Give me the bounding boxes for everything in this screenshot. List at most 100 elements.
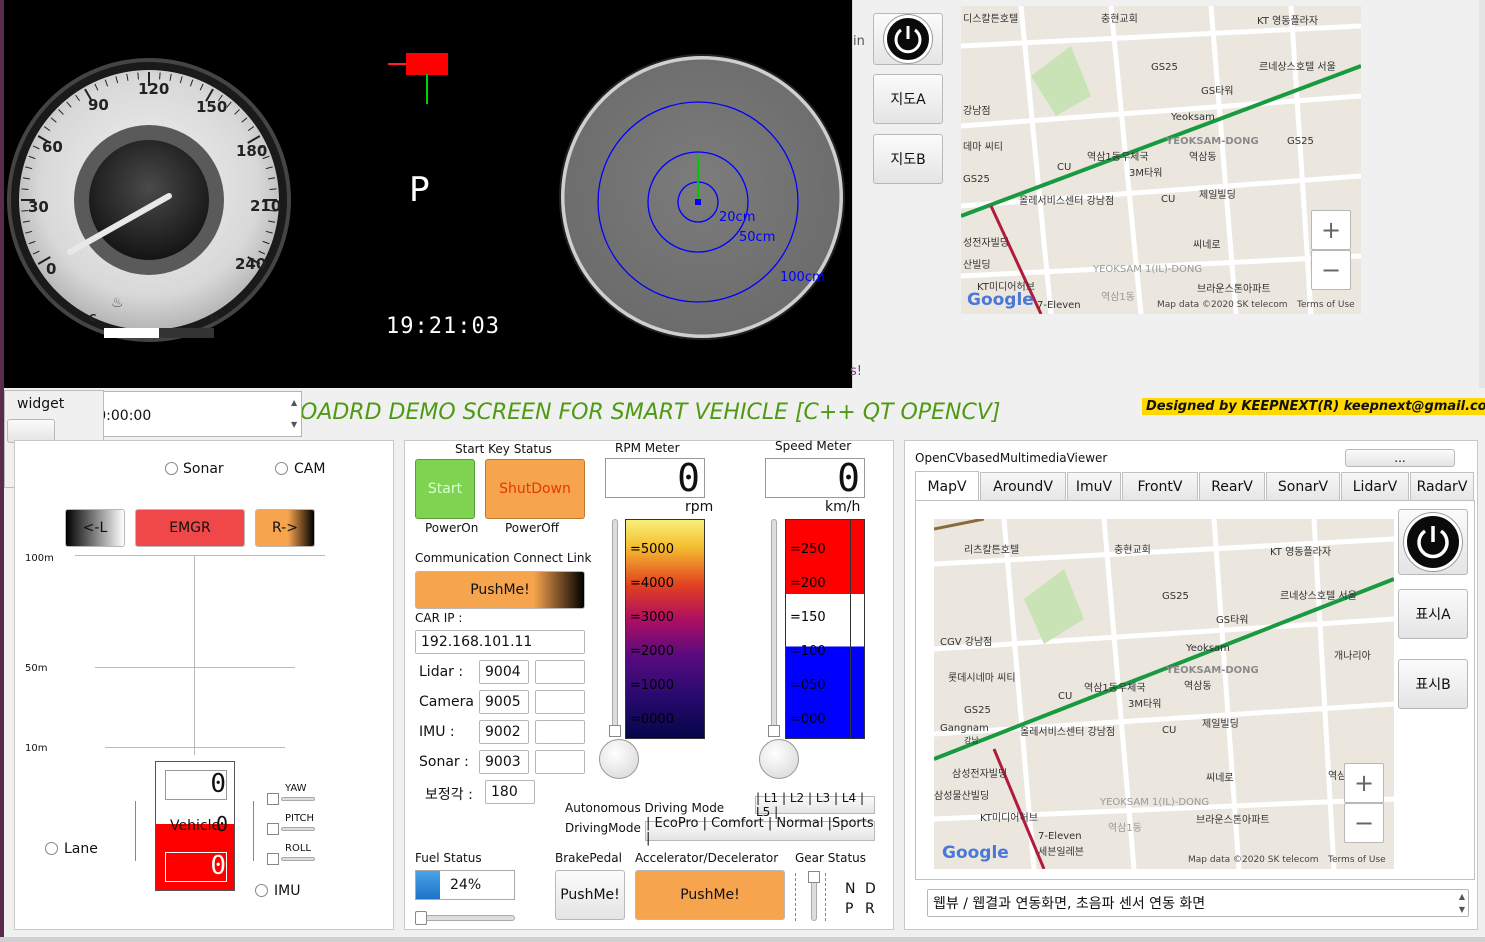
map-label: CU	[1058, 691, 1073, 702]
lidar-extra-input[interactable]	[535, 660, 585, 684]
viewer-map[interactable]: 리츠칼튼호텔 충현교회 KT 영동플라자 GS25 르네상스호텔 서울 GS타워…	[934, 519, 1394, 869]
status-scroll-down-icon[interactable]: ▼	[1459, 905, 1465, 914]
map-label: 데마 씨티	[963, 142, 1003, 153]
driving-mode-selector[interactable]: | EcoPro | Comfort | Normal |Sports |	[645, 816, 875, 846]
sonar-label: Sonar :	[419, 754, 469, 770]
imu-port-input[interactable]: 9002	[479, 720, 529, 744]
speed-slider-handle[interactable]	[768, 725, 780, 737]
map-a-button[interactable]: 지도A	[873, 74, 943, 124]
map-label: 올레서비스센터 강남점	[1019, 196, 1115, 207]
rpm-slider-handle[interactable]	[609, 725, 621, 737]
lane-radio[interactable]	[45, 842, 58, 855]
tab-aroundv[interactable]: AroundV	[980, 472, 1066, 500]
speed-scale-bar: =250 =200 =150 =100 =050 =000	[785, 519, 865, 739]
rpm-dial[interactable]	[599, 739, 639, 779]
display-b-button[interactable]: 표시B	[1398, 659, 1468, 709]
speed-scale-250: =250	[790, 542, 826, 557]
map-label: 역삼동	[1189, 152, 1217, 163]
spin-down-icon[interactable]: ▼	[291, 420, 297, 429]
shutdown-button[interactable]: ShutDown	[485, 459, 585, 519]
sonar-port-input[interactable]: 9003	[479, 750, 529, 774]
map-label: 7-Eleven	[1038, 831, 1082, 842]
map-label: 충현교회	[1101, 14, 1138, 25]
yaw-checkbox[interactable]	[267, 793, 279, 805]
fuel-slider[interactable]	[415, 915, 515, 921]
viewer-power-button[interactable]	[1398, 509, 1468, 575]
widget-field[interactable]: 7 00:00:00 ▲ ▼	[70, 391, 302, 437]
zoom-in-button[interactable]: +	[1311, 210, 1351, 250]
status-scroll-up-icon[interactable]: ▲	[1459, 892, 1465, 901]
cam-radio[interactable]	[275, 462, 288, 475]
digital-clock: 19:21:03	[386, 314, 500, 339]
camera-extra-input[interactable]	[535, 690, 585, 714]
map-label: YEOKSAM-DONG	[1166, 665, 1259, 676]
emergency-button[interactable]: EMGR	[135, 509, 245, 547]
map-terms-link[interactable]: Terms of Use	[1328, 855, 1386, 865]
map-label: GS25	[1287, 136, 1314, 147]
fuel-status-label: Fuel Status	[415, 851, 482, 865]
viewer-browse-button[interactable]: ...	[1345, 449, 1455, 467]
roll-slider[interactable]	[281, 857, 315, 861]
right-turn-button[interactable]: R->	[255, 509, 315, 547]
rpm-lcd: 0	[605, 458, 705, 498]
map-label: Gangnam	[940, 723, 989, 734]
fuel-bar-fill	[416, 871, 440, 899]
gear-slider-handle[interactable]	[808, 871, 820, 883]
auto-level-selector[interactable]: | L1 | L2 | L3 | L4 | L5 |	[755, 791, 875, 819]
speed-slider[interactable]	[771, 519, 777, 735]
roll-checkbox[interactable]	[267, 853, 279, 865]
sonar-extra-input[interactable]	[535, 750, 585, 774]
map-label: CU	[1161, 194, 1176, 205]
speed-flag-strip	[850, 520, 864, 738]
car-ip-input[interactable]: 192.168.101.11	[415, 630, 585, 654]
imu-radio[interactable]	[255, 884, 268, 897]
viewer-zoom-in-button[interactable]: +	[1344, 763, 1384, 803]
speed-tick-labels: 0 30 60 90 120 150 180 210 240 C H ♨	[4, 0, 304, 388]
map-label: 역삼1동	[1101, 292, 1135, 303]
zoom-out-button[interactable]: −	[1311, 250, 1351, 290]
tab-radarv[interactable]: RadarV	[1410, 472, 1474, 500]
pitch-label: PITCH	[285, 813, 315, 824]
power-button[interactable]	[873, 13, 943, 65]
map-label: 역삼1동우체국	[1087, 152, 1149, 163]
pitch-slider[interactable]	[281, 827, 315, 831]
yaw-slider[interactable]	[281, 797, 315, 801]
center-line	[194, 555, 195, 755]
rpm-scale-1000: =1000	[630, 678, 674, 693]
viewer-zoom-out-button[interactable]: −	[1344, 803, 1384, 843]
spin-up-icon[interactable]: ▲	[291, 398, 297, 407]
start-button[interactable]: Start	[415, 459, 475, 519]
tab-rearv[interactable]: RearV	[1199, 472, 1265, 500]
map-terms-link[interactable]: Terms of Use	[1297, 300, 1355, 310]
display-a-button[interactable]: 표시A	[1398, 589, 1468, 639]
camera-port-input[interactable]: 9005	[479, 690, 529, 714]
lidar-port-input[interactable]: 9004	[479, 660, 529, 684]
speed-tick-label: 240	[235, 255, 267, 273]
viewer-status-text[interactable]: 웹뷰 / 웹결과 연동화면, 초음파 센서 연동 화면 ▲ ▼	[927, 889, 1469, 917]
correction-input[interactable]: 180	[485, 780, 535, 804]
imu-extra-input[interactable]	[535, 720, 585, 744]
correction-label: 보정각 :	[425, 787, 473, 803]
tab-lidarv[interactable]: LidarV	[1341, 472, 1409, 500]
brake-button[interactable]: PushMe!	[555, 870, 625, 920]
tab-sonarv[interactable]: SonarV	[1266, 472, 1340, 500]
sonar-radio[interactable]	[165, 462, 178, 475]
vehicle-lcd-top: 0	[165, 770, 227, 800]
header-title: OADRD DEMO SCREEN FOR SMART VEHICLE [C++…	[300, 400, 1001, 425]
fuel-percent: 24%	[450, 877, 482, 893]
pitch-checkbox[interactable]	[267, 823, 279, 835]
accelerator-button[interactable]: PushMe!	[635, 870, 785, 920]
tab-mapv[interactable]: MapV	[915, 471, 979, 501]
left-turn-button[interactable]: <-L	[65, 509, 125, 547]
fuel-slider-handle[interactable]	[415, 911, 427, 925]
speed-dial[interactable]	[759, 739, 799, 779]
gear-status-label: Gear Status	[795, 851, 867, 865]
map-b-button[interactable]: 지도B	[873, 134, 943, 184]
comm-push-button[interactable]: PushMe!	[415, 571, 585, 609]
rpm-slider[interactable]	[612, 519, 618, 735]
top-map[interactable]: 디스칼튼호텔 충현교회 KT 영동플라자 GS25 르네상스호텔 서울 GS타워…	[961, 6, 1361, 314]
tab-imuv[interactable]: ImuV	[1067, 472, 1121, 500]
speed-lcd: 0	[765, 458, 865, 498]
rpm-scale-2000: =2000	[630, 644, 674, 659]
tab-frontv[interactable]: FrontV	[1122, 472, 1198, 500]
